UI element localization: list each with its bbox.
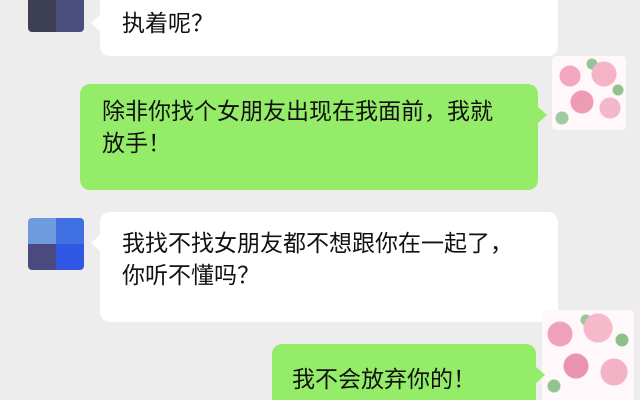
chat-window: 执着呢？ 除非你找个女朋友出现在我面前，我就放手！ 我找不找女朋友都不想跟你在一… xyxy=(0,0,640,400)
avatar-tile xyxy=(56,244,84,270)
outgoing-message: 除非你找个女朋友出现在我面前，我就放手！ xyxy=(80,84,547,190)
incoming-message: 执着呢？ xyxy=(91,0,558,56)
incoming-message: 我找不找女朋友都不想跟你在一起了，你听不懂吗？ xyxy=(91,212,558,322)
user-avatar[interactable] xyxy=(542,310,634,400)
avatar-tile xyxy=(56,218,84,244)
message-text: 我找不找女朋友都不想跟你在一起了，你听不懂吗？ xyxy=(122,231,513,289)
contact-avatar[interactable] xyxy=(28,218,84,270)
user-avatar[interactable] xyxy=(552,56,626,130)
avatar-tile xyxy=(28,244,56,270)
outgoing-message: 我不会放弃你的！ xyxy=(272,344,545,400)
avatar-tile xyxy=(28,218,56,244)
contact-avatar[interactable] xyxy=(28,0,84,32)
message-text: 执着呢？ xyxy=(122,11,214,37)
message-text: 除非你找个女朋友出现在我面前，我就放手！ xyxy=(102,99,493,157)
message-text: 我不会放弃你的！ xyxy=(292,367,476,393)
